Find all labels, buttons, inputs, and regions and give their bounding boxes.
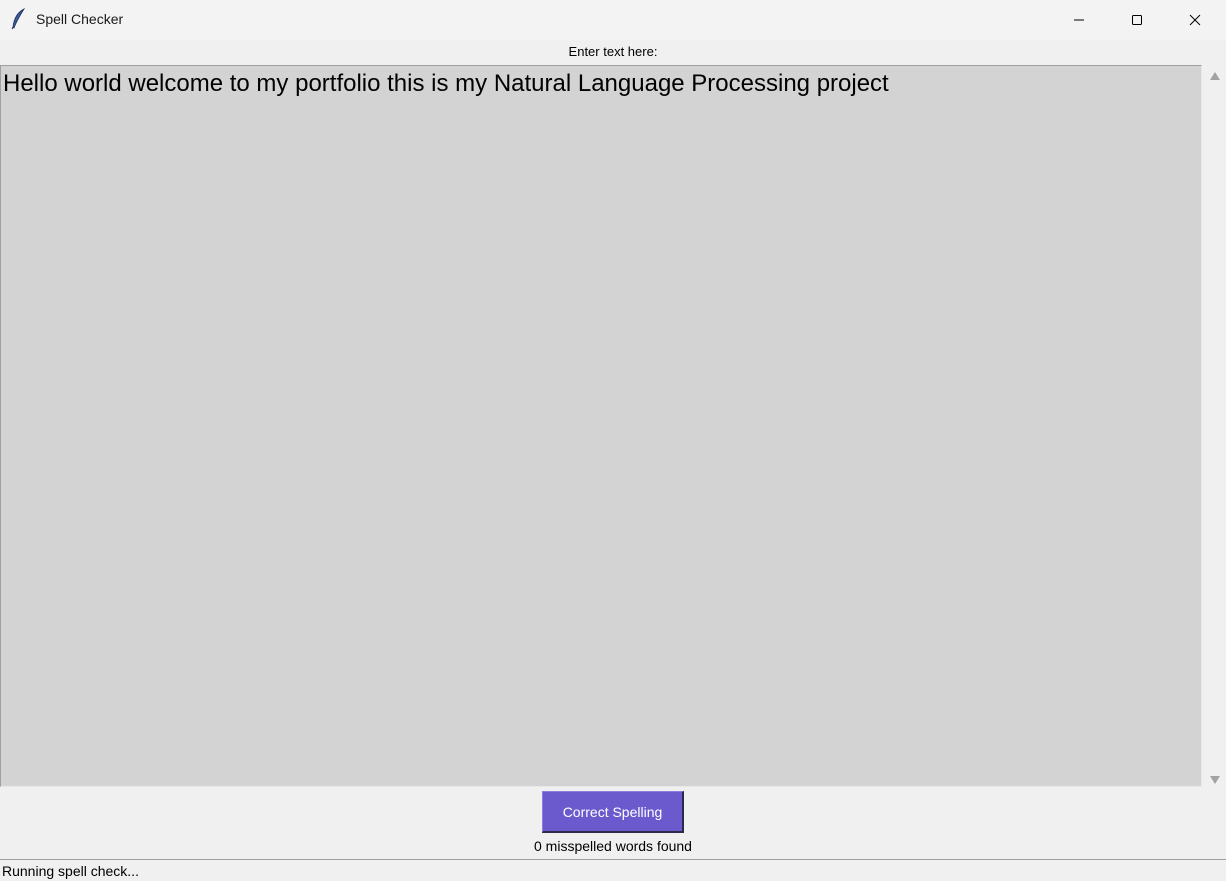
status-text: Running spell check...	[2, 863, 139, 879]
text-input-area[interactable]: Hello world welcome to my portfolio this…	[0, 65, 1202, 787]
maximize-button[interactable]	[1108, 0, 1166, 40]
scroll-down-icon[interactable]	[1210, 776, 1220, 784]
misspelled-count-label: 0 misspelled words found	[534, 838, 692, 854]
spell-checker-window: Spell Checker Enter text here: Hello wor…	[0, 0, 1226, 881]
minimize-button[interactable]	[1050, 0, 1108, 40]
feather-icon	[10, 8, 28, 30]
window-title: Spell Checker	[36, 11, 124, 27]
minimize-icon	[1073, 14, 1085, 26]
correct-spelling-button[interactable]: Correct Spelling	[542, 791, 684, 833]
text-content: Hello world welcome to my portfolio this…	[3, 70, 889, 97]
close-button[interactable]	[1166, 0, 1224, 40]
vertical-scrollbar[interactable]	[1205, 65, 1226, 789]
prompt-label: Enter text here:	[568, 44, 658, 59]
close-icon	[1189, 14, 1201, 26]
title-bar: Spell Checker	[0, 0, 1226, 40]
scroll-up-icon[interactable]	[1210, 72, 1220, 80]
maximize-icon	[1131, 14, 1143, 26]
status-bar: Running spell check...	[0, 859, 1226, 881]
